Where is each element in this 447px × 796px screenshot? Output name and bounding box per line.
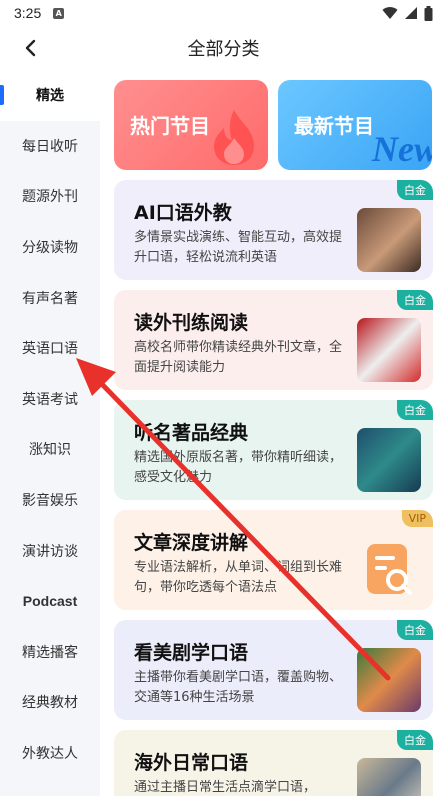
card-title: 文章深度讲解 [134,532,249,554]
status-time: 3:25 [14,5,42,21]
sidebar-item-selected-podcasts[interactable]: 精选播客 [0,627,100,678]
page-title: 全部分类 [187,39,260,60]
card-title: 海外日常口语 [134,752,249,774]
card-description: 主播带你看美剧学口语，覆盖购物、交通等16种生活场景 [134,670,343,705]
sidebar-item-exam-source-periodicals[interactable]: 题源外刊 [0,171,100,222]
card-title: 读外刊练阅读 [134,312,249,334]
new-word-graphic: New [372,129,432,169]
course-card-periodical-reading[interactable]: 白金 读外刊练阅读 高校名师带你精读经典外刊文章，全面提升阅读能力 [114,290,433,390]
sidebar-item-entertainment[interactable]: 影音娱乐 [0,475,100,526]
back-button[interactable] [18,36,42,60]
card-description: 多情景实战演练、智能互动，高效提升口语，轻松说流利英语 [134,230,343,265]
sidebar-item-speeches[interactable]: 演讲访谈 [0,525,100,576]
status-bar: 3:25 A [0,0,447,26]
flame-icon [214,110,254,165]
platinum-badge: 白金 [397,290,433,310]
signal-icon [405,7,417,19]
platinum-badge: 白金 [397,400,433,420]
platinum-badge: 白金 [397,620,433,640]
sidebar-item-knowledge[interactable]: 涨知识 [0,424,100,475]
battery-icon [424,5,433,21]
course-card-classic-literature[interactable]: 白金 听名著品经典 精选国外原版名著，带你精听细读，感受文化魅力 [114,400,433,500]
card-description: 通过主播日常生活点滴学口语， [134,780,317,795]
card-thumbnail [357,428,421,492]
sidebar-item-foreign-teachers[interactable]: 外教达人 [0,728,100,779]
back-arrow-icon [25,39,36,57]
sidebar-item-podcast[interactable]: Podcast [0,576,100,627]
sidebar-item-graded-readers[interactable]: 分级读物 [0,222,100,273]
card-thumbnail [357,648,421,712]
card-description: 精选国外原版名著，带你精听细读，感受文化魅力 [134,450,343,485]
card-description: 高校名师带你精读经典外刊文章，全面提升阅读能力 [134,340,343,375]
document-search-icon [367,544,412,595]
page-header: 全部分类 [0,26,447,70]
category-content: 热门节目 最新节目 New 白金 AI口语外教 多情景实战演练、智能互动，高效提… [100,70,447,796]
sidebar-item-textbooks[interactable]: 经典教材 [0,677,100,728]
course-card-daily-speaking[interactable]: 白金 海外日常口语 通过主播日常生活点滴学口语， [114,730,433,796]
new-programs-tile[interactable]: 最新节目 New [278,80,432,170]
course-card-ai-tutor[interactable]: 白金 AI口语外教 多情景实战演练、智能互动，高效提升口语，轻松说流利英语 [114,180,433,280]
card-title: 看美剧学口语 [134,642,249,664]
card-description: 专业语法解析，从单词、词组到长难句，带你吃透每个语法点 [134,560,343,595]
sidebar-item-spoken-english[interactable]: 英语口语 [0,323,100,374]
card-title: 听名著品经典 [134,422,249,444]
sidebar-item-audio-classics[interactable]: 有声名著 [0,272,100,323]
course-card-article-analysis[interactable]: VIP 文章深度讲解 专业语法解析，从单词、词组到长难句，带你吃透每个语法点 [114,510,433,610]
card-title: AI口语外教 [134,202,232,224]
card-thumbnail [357,208,421,272]
category-sidebar: 精选 每日收听 题源外刊 分级读物 有声名著 英语口语 英语考试 涨知识 影音娱… [0,70,100,796]
sidebar-item-daily-listening[interactable]: 每日收听 [0,121,100,172]
hot-programs-label: 热门节目 [130,114,210,138]
platinum-badge: 白金 [397,730,433,750]
platinum-badge: 白金 [397,180,433,200]
card-thumbnail [357,318,421,382]
course-card-tv-series-speaking[interactable]: 白金 看美剧学口语 主播带你看美剧学口语，覆盖购物、交通等16种生活场景 [114,620,433,720]
vip-badge: VIP [401,510,433,527]
sidebar-item-english-exams[interactable]: 英语考试 [0,374,100,425]
new-programs-label: 最新节目 [294,114,374,138]
card-thumbnail [357,758,421,796]
notification-a-icon: A [53,7,65,19]
hot-programs-tile[interactable]: 热门节目 [114,80,268,170]
wifi-icon [382,7,398,20]
sidebar-item-featured[interactable]: 精选 [0,70,100,121]
